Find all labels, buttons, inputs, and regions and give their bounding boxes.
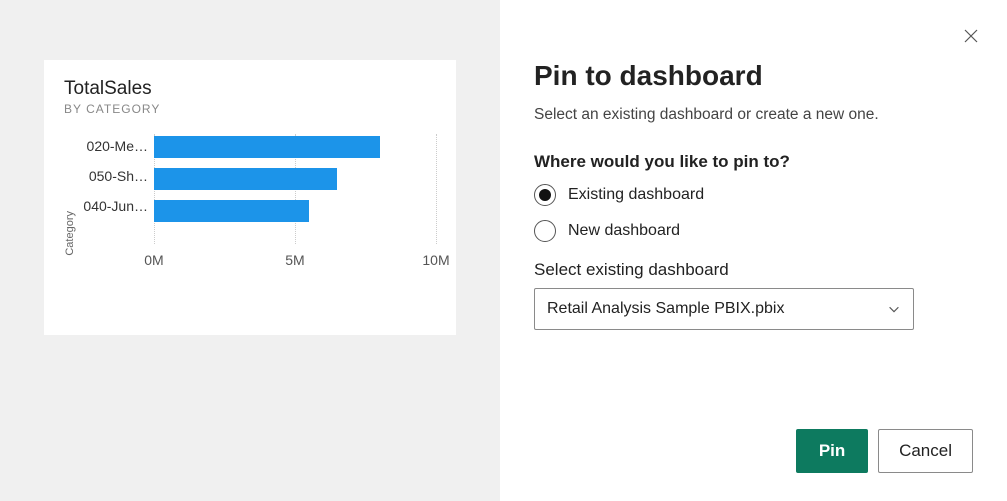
close-icon	[963, 28, 979, 44]
plot-area: 0M 5M 10M	[154, 134, 436, 264]
radio-icon	[534, 184, 556, 206]
bar	[154, 200, 309, 222]
pin-dialog: Pin to dashboard Select an existing dash…	[500, 0, 1007, 501]
select-label: Select existing dashboard	[534, 260, 973, 280]
category-label: 040-Jun…	[82, 198, 148, 214]
radio-label: Existing dashboard	[568, 186, 704, 204]
dashboard-select[interactable]: Retail Analysis Sample PBIX.pbix	[534, 288, 914, 330]
category-labels: 020-Me… 050-Sh… 040-Jun…	[82, 134, 148, 304]
dialog-buttons: Pin Cancel	[796, 429, 973, 473]
select-value: Retail Analysis Sample PBIX.pbix	[547, 300, 784, 318]
y-axis-label: Category	[64, 183, 76, 256]
radio-icon	[534, 220, 556, 242]
radio-label: New dashboard	[568, 222, 680, 240]
gridline	[436, 134, 437, 244]
dialog-subtitle: Select an existing dashboard or create a…	[534, 106, 973, 124]
bar	[154, 168, 337, 190]
preview-panel: TotalSales BY CATEGORY Category 020-Me… …	[0, 0, 500, 501]
radio-new-dashboard[interactable]: New dashboard	[534, 220, 973, 242]
bar	[154, 136, 380, 158]
chevron-down-icon	[887, 302, 901, 316]
chart-card: TotalSales BY CATEGORY Category 020-Me… …	[44, 60, 456, 335]
where-heading: Where would you like to pin to?	[534, 152, 973, 172]
dialog-title: Pin to dashboard	[534, 60, 973, 92]
chart-title: TotalSales	[64, 78, 436, 100]
x-tick: 5M	[285, 252, 304, 268]
x-tick: 10M	[422, 252, 449, 268]
category-label: 020-Me…	[82, 138, 148, 154]
x-tick: 0M	[144, 252, 163, 268]
radio-existing-dashboard[interactable]: Existing dashboard	[534, 184, 973, 206]
chart-body: Category 020-Me… 050-Sh… 040-Jun… 0M 5M	[64, 134, 436, 304]
category-label: 050-Sh…	[82, 168, 148, 184]
bars	[154, 136, 436, 222]
x-ticks: 0M 5M 10M	[154, 252, 436, 272]
chart-subtitle: BY CATEGORY	[64, 102, 436, 116]
pin-button[interactable]: Pin	[796, 429, 868, 473]
cancel-button[interactable]: Cancel	[878, 429, 973, 473]
close-button[interactable]	[963, 28, 979, 44]
